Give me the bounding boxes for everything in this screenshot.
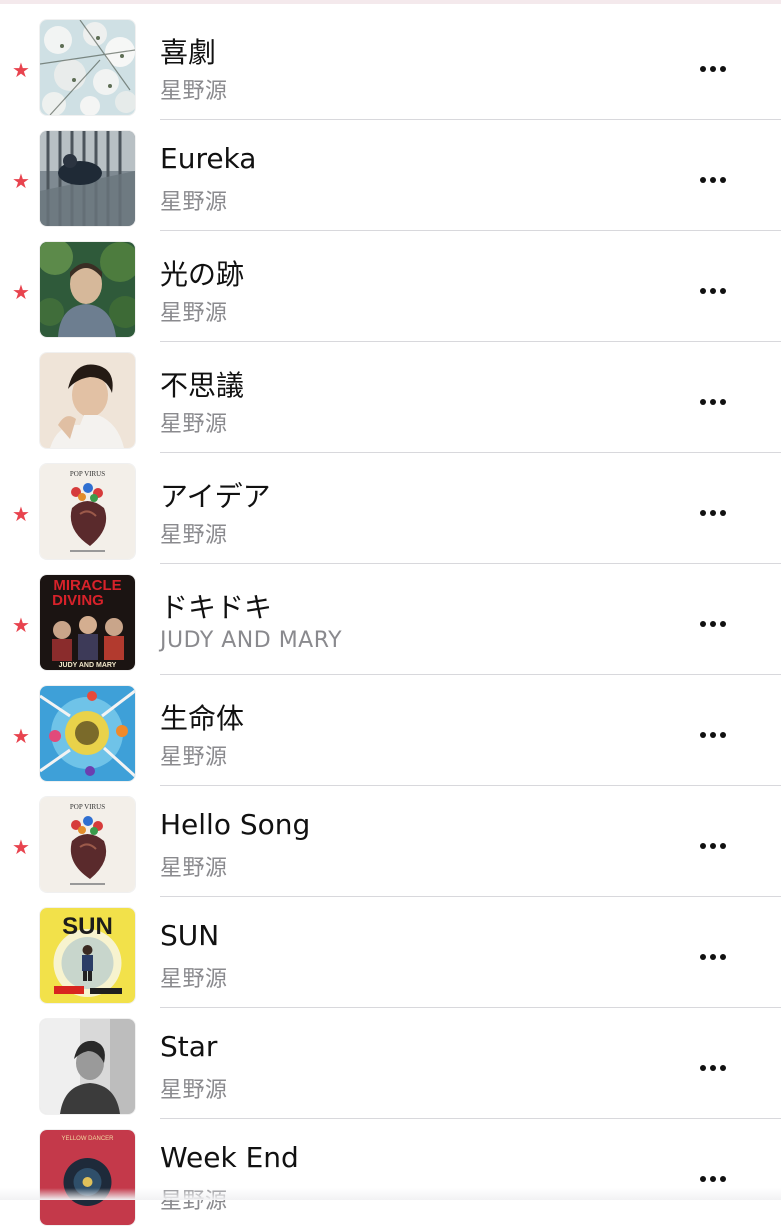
more-options-icon[interactable] <box>690 1056 736 1080</box>
top-edge <box>0 0 781 4</box>
album-art <box>40 20 135 115</box>
song-row[interactable]: YELLOW DANCER Week End 星野源 <box>0 1119 781 1230</box>
album-art: YELLOW DANCER <box>40 1130 135 1225</box>
star-icon: ★ <box>12 724 30 748</box>
more-options-icon[interactable] <box>690 168 736 192</box>
album-art: SUN <box>40 908 135 1003</box>
album-art <box>40 353 135 448</box>
more-options-icon[interactable] <box>690 723 736 747</box>
song-title: 光の跡 <box>160 258 245 291</box>
song-artist: 星野源 <box>160 190 228 215</box>
album-art-text: DIVING <box>52 592 104 609</box>
more-options-icon[interactable] <box>690 501 736 525</box>
song-title: アイデア <box>160 480 271 513</box>
album-art-text: POP VIRUS <box>70 803 105 811</box>
song-title: Star <box>160 1030 218 1063</box>
more-options-icon[interactable] <box>690 57 736 81</box>
more-options-icon[interactable] <box>690 834 736 858</box>
more-options-icon[interactable] <box>690 279 736 303</box>
song-row[interactable]: ★ 喜劇 星野源 <box>0 9 781 120</box>
song-artist: 星野源 <box>160 79 228 104</box>
album-art <box>40 131 135 226</box>
album-art: POP VIRUS <box>40 797 135 892</box>
album-art-text: SUN <box>62 913 113 940</box>
song-artist: JUDY AND MARY <box>160 628 343 653</box>
song-artist: 星野源 <box>160 301 228 326</box>
song-list: ★ 喜劇 星野源 ★ Eureka 星野源 ★ 光の跡 星野源 不思議 星野源 … <box>0 9 781 1230</box>
more-options-icon[interactable] <box>690 945 736 969</box>
album-art <box>40 686 135 781</box>
star-icon: ★ <box>12 613 30 637</box>
album-art <box>40 242 135 337</box>
song-artist: 星野源 <box>160 967 228 992</box>
song-title: Eureka <box>160 142 257 175</box>
star-icon: ★ <box>12 280 30 304</box>
album-art-text: POP VIRUS <box>70 470 105 478</box>
song-row[interactable]: ★ 生命体 星野源 <box>0 675 781 786</box>
bottom-overlay <box>0 1188 781 1200</box>
star-icon: ★ <box>12 58 30 82</box>
song-title: 生命体 <box>160 702 245 735</box>
album-art <box>40 1019 135 1114</box>
album-art-text: JUDY AND MARY <box>59 662 117 669</box>
song-title: 喜劇 <box>160 36 217 69</box>
star-icon: ★ <box>12 835 30 859</box>
album-art-text: YELLOW DANCER <box>61 1136 114 1142</box>
more-options-icon[interactable] <box>690 390 736 414</box>
star-icon: ★ <box>12 169 30 193</box>
song-title: Week End <box>160 1141 299 1174</box>
song-row[interactable]: ★ POP VIRUS アイデア 星野源 <box>0 453 781 564</box>
song-artist: 星野源 <box>160 745 228 770</box>
star-icon: ★ <box>12 502 30 526</box>
more-options-icon[interactable] <box>690 612 736 636</box>
song-row[interactable]: ★ 光の跡 星野源 <box>0 231 781 342</box>
song-title: SUN <box>160 919 220 952</box>
song-row[interactable]: 不思議 星野源 <box>0 342 781 453</box>
album-art: POP VIRUS <box>40 464 135 559</box>
song-title: Hello Song <box>160 808 311 841</box>
album-art: MIRACLE DIVING JUDY AND MARY <box>40 575 135 670</box>
song-title: ドキドキ <box>160 591 273 624</box>
song-artist: 星野源 <box>160 856 228 881</box>
song-artist: 星野源 <box>160 1078 228 1103</box>
song-row[interactable]: SUN SUN 星野源 <box>0 897 781 1008</box>
song-row[interactable]: ★ Eureka 星野源 <box>0 120 781 231</box>
song-artist: 星野源 <box>160 523 228 548</box>
song-title: 不思議 <box>160 369 245 402</box>
song-row[interactable]: Star 星野源 <box>0 1008 781 1119</box>
song-row[interactable]: ★ POP VIRUS Hello Song 星野源 <box>0 786 781 897</box>
song-row[interactable]: ★ MIRACLE DIVING JUDY AND MARY ドキドキ JUDY… <box>0 564 781 675</box>
song-artist: 星野源 <box>160 412 228 437</box>
